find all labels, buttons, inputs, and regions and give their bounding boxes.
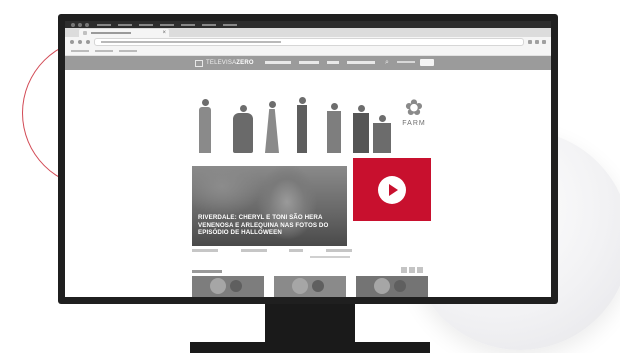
nav-link[interactable] [347, 61, 375, 64]
hero-caption [310, 256, 350, 258]
bookmark[interactable] [95, 50, 113, 52]
thumbnail[interactable] [274, 276, 346, 297]
carousel-controls [401, 267, 423, 273]
model-figure [373, 115, 391, 153]
related-link[interactable] [325, 249, 352, 252]
model-figure [353, 105, 369, 153]
model-figure [233, 105, 253, 153]
hero-related-links [192, 249, 352, 252]
reload-icon[interactable] [86, 40, 90, 44]
os-menu[interactable] [97, 23, 237, 26]
site-logo[interactable]: TELEVISAZERO [195, 59, 254, 67]
os-menu-bar [65, 21, 551, 28]
thumbnail-row [192, 276, 430, 297]
monitor-stand-base [190, 342, 430, 353]
tab-title [91, 32, 131, 34]
address-text [101, 41, 281, 43]
site-header: TELEVISAZERO ⌕ [65, 56, 551, 70]
forward-icon[interactable] [78, 40, 82, 44]
play-icon[interactable] [378, 176, 406, 204]
monitor-stand-neck [265, 304, 355, 342]
flower-icon: ✿ [404, 95, 424, 120]
thumbnail[interactable] [356, 276, 428, 297]
browser-actions [528, 40, 546, 44]
search-icon[interactable]: ⌕ [385, 59, 389, 67]
brand-name: FARM [402, 120, 426, 127]
window-controls[interactable] [71, 22, 89, 27]
logo-mark [195, 59, 203, 67]
monitor: × TELEVISAZERO ⌕ ✿ FARM RIVERDALE: CHERY… [58, 14, 558, 304]
model-figure [327, 103, 341, 153]
screen: × TELEVISAZERO ⌕ ✿ FARM RIVERDALE: CHERY… [65, 21, 551, 297]
model-figure [265, 101, 279, 153]
bookmarks-bar [65, 47, 551, 56]
fashion-banner[interactable]: ✿ FARM [195, 91, 429, 153]
address-bar[interactable] [94, 38, 524, 46]
brand-logo: ✿ FARM [399, 97, 429, 128]
favicon-icon [83, 31, 87, 35]
video-player[interactable] [353, 158, 431, 221]
back-icon[interactable] [70, 40, 74, 44]
site-nav [265, 61, 375, 64]
related-link[interactable] [289, 249, 304, 252]
section-heading [192, 270, 222, 273]
login-link[interactable] [397, 61, 415, 63]
extension-icon[interactable] [535, 40, 539, 44]
prev-icon[interactable] [409, 267, 415, 273]
hero-headline[interactable]: RIVERDALE: CHERYL E TONI SÃO HERA VENENO… [198, 214, 344, 237]
thumbnail[interactable] [192, 276, 264, 297]
address-row [65, 37, 551, 47]
browser-tab[interactable]: × [79, 29, 169, 37]
grid-view-icon[interactable] [401, 267, 407, 273]
related-link[interactable] [240, 249, 267, 252]
close-icon[interactable]: × [162, 30, 166, 36]
close-dot[interactable] [71, 22, 75, 27]
zoom-dot[interactable] [85, 22, 89, 27]
hero-article[interactable]: RIVERDALE: CHERYL E TONI SÃO HERA VENENO… [192, 166, 347, 246]
bookmark[interactable] [71, 50, 89, 52]
nav-link[interactable] [299, 61, 319, 64]
nav-link[interactable] [327, 61, 339, 64]
bookmark[interactable] [119, 50, 137, 52]
header-button[interactable] [420, 59, 434, 66]
model-figure [199, 99, 211, 153]
related-link[interactable] [192, 249, 218, 252]
nav-link[interactable] [265, 61, 291, 64]
browser-tabs: × [65, 28, 551, 37]
minimize-dot[interactable] [78, 22, 82, 27]
model-figure [297, 97, 307, 153]
next-icon[interactable] [417, 267, 423, 273]
star-icon[interactable] [528, 40, 532, 44]
menu-icon[interactable] [542, 40, 546, 44]
logo-text: TELEVISAZERO [206, 60, 254, 66]
